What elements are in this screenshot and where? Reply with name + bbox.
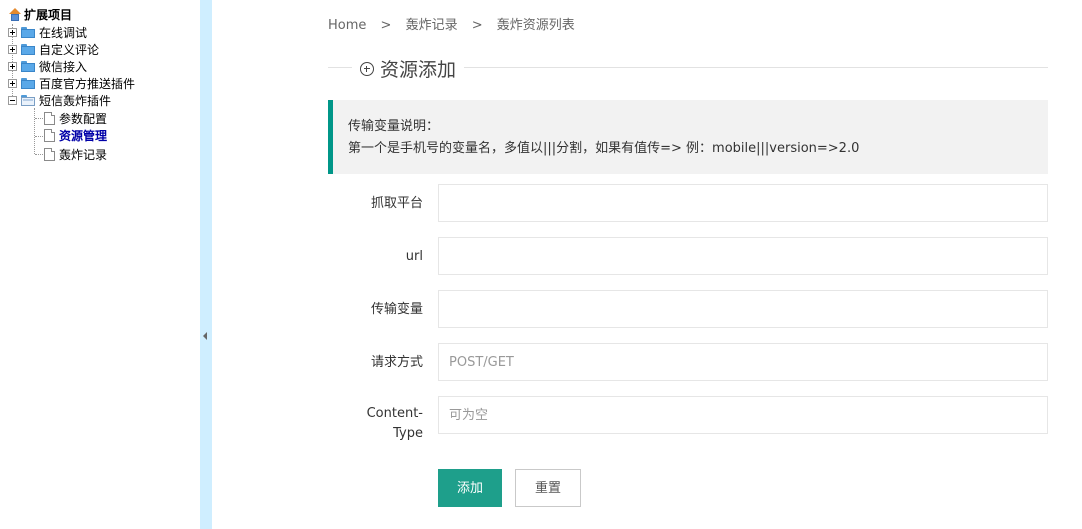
variables-label: 传输变量 <box>370 302 423 317</box>
tree-item-label: 微信接入 <box>39 60 88 74</box>
tree-item-online-debug[interactable]: 在线调试 <box>8 24 87 41</box>
collapse-left-arrow-icon[interactable] <box>203 332 207 340</box>
content-type-label: Content- Type <box>328 404 423 444</box>
tree-item-label: 在线调试 <box>39 26 88 40</box>
folder-icon <box>21 27 35 38</box>
main-panel: Home > 轰炸记录 > 轰炸资源列表 资源添加 传输变量说明： 第一个是手机… <box>212 0 1082 529</box>
platform-input[interactable] <box>438 184 1048 222</box>
breadcrumb-home[interactable]: Home <box>328 18 366 33</box>
form-row-platform: 抓取平台 <box>328 184 1048 222</box>
document-icon <box>44 112 55 125</box>
variable-help-note: 传输变量说明： 第一个是手机号的变量名，多值以|||分割，如果有值传=> 例：m… <box>328 100 1048 174</box>
tree-item-label: 轰炸记录 <box>59 148 108 162</box>
expand-plus-icon[interactable] <box>8 79 17 88</box>
tree-item-label: 参数配置 <box>59 112 108 126</box>
method-label: 请求方式 <box>370 355 423 370</box>
content-type-label-line1: Content- <box>366 406 423 421</box>
tree-item-wechat[interactable]: 微信接入 <box>8 58 87 75</box>
project-tree: 扩展项目 在线调试 自定义评论 微信接入 百度官方推送插件 短信轰炸插件 参数配… <box>0 0 200 529</box>
tree-guide-line <box>35 118 43 119</box>
section-title: 资源添加 <box>352 55 465 82</box>
method-input[interactable] <box>438 343 1048 381</box>
folder-icon <box>21 61 35 72</box>
document-icon <box>44 129 55 142</box>
panel-splitter[interactable] <box>200 0 212 529</box>
form-row-variables: 传输变量 <box>328 290 1048 328</box>
form-row-method: 请求方式 <box>328 343 1048 381</box>
breadcrumb-separator: > <box>471 18 483 33</box>
tree-item-label: 短信轰炸插件 <box>39 94 112 108</box>
tree-item-resource-manage[interactable]: 资源管理 <box>44 127 107 144</box>
plus-circle-icon <box>360 61 374 76</box>
expand-plus-icon[interactable] <box>8 28 17 37</box>
breadcrumb-bomb-records[interactable]: 轰炸记录 <box>406 18 458 33</box>
tree-item-sms-plugin[interactable]: 短信轰炸插件 <box>8 92 111 109</box>
breadcrumb-resource-list[interactable]: 轰炸资源列表 <box>497 18 575 33</box>
content-type-label-line2: Type <box>393 426 423 441</box>
folder-icon <box>21 44 35 55</box>
tree-item-label: 资源管理 <box>59 129 108 143</box>
tree-guide-line <box>34 108 35 154</box>
section-title-text: 资源添加 <box>380 59 457 81</box>
expand-plus-icon[interactable] <box>8 62 17 71</box>
document-icon <box>44 148 55 161</box>
collapse-minus-icon[interactable] <box>8 96 17 105</box>
home-icon <box>8 7 22 21</box>
tree-item-label: 百度官方推送插件 <box>39 77 136 91</box>
content-type-input[interactable] <box>438 396 1048 434</box>
tree-guide-line <box>35 136 43 137</box>
breadcrumb-separator: > <box>380 18 392 33</box>
tree-root-label: 扩展项目 <box>24 7 73 22</box>
form-row-content-type: Content- Type <box>328 396 1048 441</box>
reset-button[interactable]: 重置 <box>515 469 581 507</box>
platform-label: 抓取平台 <box>370 196 423 211</box>
tree-item-custom-comment[interactable]: 自定义评论 <box>8 41 99 58</box>
tree-root[interactable]: 扩展项目 <box>8 6 72 22</box>
folder-icon <box>21 78 35 89</box>
form-row-url: url <box>328 237 1048 275</box>
tree-guide-line <box>35 154 43 155</box>
url-input[interactable] <box>438 237 1048 275</box>
add-button[interactable]: 添加 <box>438 469 502 507</box>
note-text: 第一个是手机号的变量名，多值以|||分割，如果有值传=> 例：mobile|||… <box>348 141 860 156</box>
tree-item-baidu-push[interactable]: 百度官方推送插件 <box>8 75 135 92</box>
tree-item-label: 自定义评论 <box>39 43 100 57</box>
folder-open-icon <box>21 95 35 106</box>
expand-plus-icon[interactable] <box>8 45 17 54</box>
tree-item-params-config[interactable]: 参数配置 <box>44 110 107 127</box>
url-label: url <box>405 249 423 264</box>
note-title: 传输变量说明： <box>348 119 440 134</box>
variables-input[interactable] <box>438 290 1048 328</box>
tree-item-bomb-records[interactable]: 轰炸记录 <box>44 146 107 163</box>
breadcrumb: Home > 轰炸记录 > 轰炸资源列表 <box>328 14 575 33</box>
